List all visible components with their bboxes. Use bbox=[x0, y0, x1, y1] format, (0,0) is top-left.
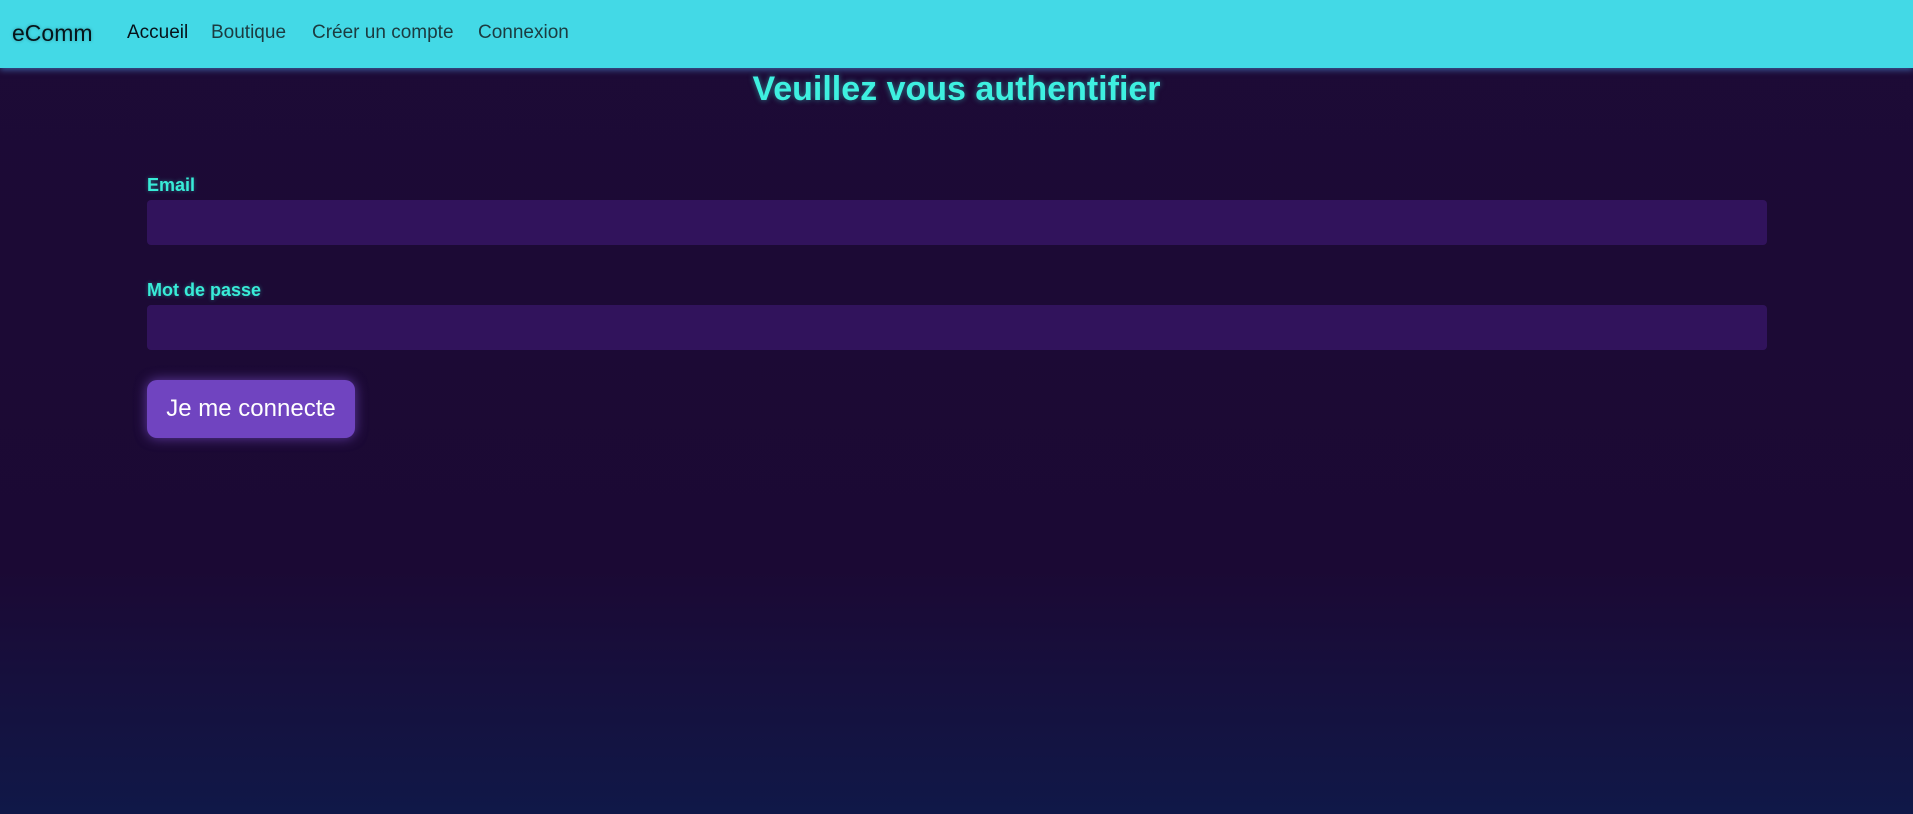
password-input[interactable] bbox=[147, 305, 1767, 350]
email-input[interactable] bbox=[147, 200, 1767, 245]
brand-link[interactable]: eComm bbox=[12, 20, 93, 47]
nav-link-boutique[interactable]: Boutique bbox=[211, 22, 286, 44]
login-button[interactable]: Je me connecte bbox=[147, 380, 355, 438]
page-title: Veuillez vous authentifier bbox=[752, 70, 1161, 108]
navbar: eComm Accueil Boutique Créer un compte C… bbox=[0, 0, 1913, 68]
nav-link-accueil[interactable]: Accueil bbox=[127, 22, 188, 44]
email-label: Email bbox=[147, 175, 196, 195]
nav-link-connexion[interactable]: Connexion bbox=[478, 22, 569, 44]
nav-link-creer-compte[interactable]: Créer un compte bbox=[312, 22, 454, 44]
password-label: Mot de passe bbox=[147, 280, 262, 300]
